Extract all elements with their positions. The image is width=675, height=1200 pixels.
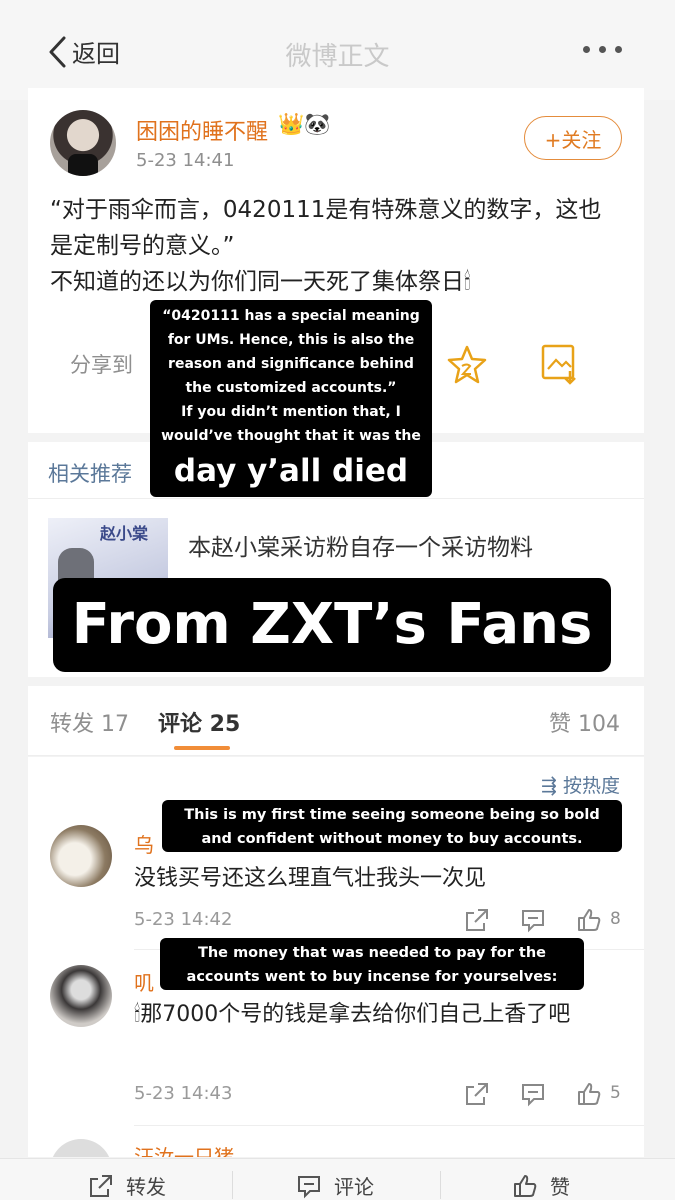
caption-line: The money that was needed to pay for the (197, 945, 547, 961)
caption-emphasis: day y’all died (173, 453, 409, 489)
caption-line: reason and significance behind (168, 356, 414, 372)
caption-line: the customized accounts.” (185, 380, 397, 396)
caption-overlay-comment-1: This is my first time seeing someone bei… (162, 800, 622, 852)
caption-line: This is my first time seeing someone bei… (184, 807, 600, 823)
like-thumb-icon[interactable] (576, 1081, 602, 1107)
related-header: 相关推荐 (48, 462, 132, 486)
caption-line: “0420111 has a special meaning (162, 308, 420, 324)
page-title: 微博正文 (285, 42, 390, 72)
divider (232, 1171, 233, 1199)
caption-line: would’ve thought that it was the (161, 428, 421, 444)
repost-icon (90, 1174, 112, 1197)
comment-timestamp: 5-23 14:43 (134, 1083, 233, 1104)
comment-label: 评论 (334, 1175, 374, 1199)
tab-likes[interactable]: 赞 104 (549, 706, 620, 738)
save-image-icon[interactable] (540, 343, 580, 385)
comment-button[interactable]: 评论 (296, 1171, 374, 1200)
post-text-line: 不知道的还以为你们同一天死了集体祭日🕯 (50, 269, 471, 295)
caption-overlay-comment-2: The money that was needed to pay for the… (160, 938, 584, 990)
repost-button[interactable]: 转发 (88, 1171, 166, 1200)
repost-label: 转发 (126, 1175, 166, 1199)
sort-label: 按热度 (562, 775, 620, 797)
tab-comments[interactable]: 评论 25 (158, 706, 240, 738)
comment-timestamp: 5-23 14:42 (134, 909, 233, 930)
share-to-label[interactable]: 分享到 (70, 349, 133, 379)
follow-button[interactable]: +关注 (524, 116, 622, 160)
caption-overlay-translation: “0420111 has a special meaning for UMs. … (150, 300, 432, 497)
avatar[interactable] (50, 965, 112, 1027)
reply-icon[interactable] (520, 907, 546, 933)
tab-reposts[interactable]: 转发 17 (50, 706, 129, 738)
like-thumb-icon[interactable] (576, 907, 602, 933)
divider (28, 498, 644, 499)
sort-icon: ⇶ (541, 775, 563, 797)
comment-username[interactable]: 叽 (134, 967, 154, 996)
comment-username[interactable]: 乌 (134, 829, 154, 858)
share-icon[interactable] (464, 907, 490, 933)
share-icon[interactable] (464, 1081, 490, 1107)
comment-like-count: 8 (610, 909, 621, 929)
like-label: 赞 (550, 1175, 570, 1199)
more-menu-icon[interactable] (583, 40, 623, 60)
post-username[interactable]: 困困的睡不醒 (136, 114, 268, 146)
active-tab-indicator (174, 746, 230, 750)
caption-overlay-heading: From ZXT’s Fans (53, 578, 611, 672)
caption-line: If you didn’t mention that, I (181, 404, 401, 420)
divider (440, 1171, 441, 1199)
like-thumb-icon (514, 1174, 537, 1197)
comment-like-count: 5 (610, 1083, 621, 1103)
caption-line: accounts went to buy incense for yoursel… (186, 969, 558, 985)
comment-text: 🕯那7000个号的钱是拿去给你们自己上香了吧 (134, 1002, 571, 1027)
avatar[interactable] (50, 110, 116, 176)
thumbnail-text: 赵小棠 (100, 524, 149, 543)
avatar[interactable] (50, 1139, 112, 1157)
post-text-line: “对于雨伞而言，0420111是有特殊意义的数字，这也是定制号的意义。” (50, 197, 602, 259)
reply-icon[interactable] (520, 1081, 546, 1107)
caption-line: for UMs. Hence, this is also the (167, 332, 415, 348)
post-timestamp: 5-23 14:41 (136, 150, 235, 171)
sort-by-hot-button[interactable]: ⇶ 按热度 (541, 771, 620, 798)
avatar[interactable] (50, 825, 112, 887)
post-text: “对于雨伞而言，0420111是有特殊意义的数字，这也是定制号的意义。” 不知道… (50, 192, 620, 300)
interaction-tabs: 转发 17 评论 25 赞 104 (28, 686, 644, 756)
bottom-action-bar: 转发 评论 赞 (0, 1158, 675, 1200)
user-badges: 👑🐼 (278, 112, 331, 136)
related-title[interactable]: 本赵小棠采访粉自存一个采访物料 (188, 528, 618, 568)
comment-text: 没钱买号还这么理直气壮我头一次见 (134, 866, 487, 891)
divider (134, 1125, 644, 1126)
comment-username[interactable]: 汪汝一只猪 (134, 1141, 234, 1157)
top-nav-bar: 返回 微博正文 (0, 0, 675, 100)
caption-line: and confident without money to buy accou… (201, 831, 583, 847)
comment-icon (298, 1175, 320, 1198)
favorite-star-icon[interactable] (446, 343, 488, 385)
like-button[interactable]: 赞 (512, 1171, 570, 1200)
